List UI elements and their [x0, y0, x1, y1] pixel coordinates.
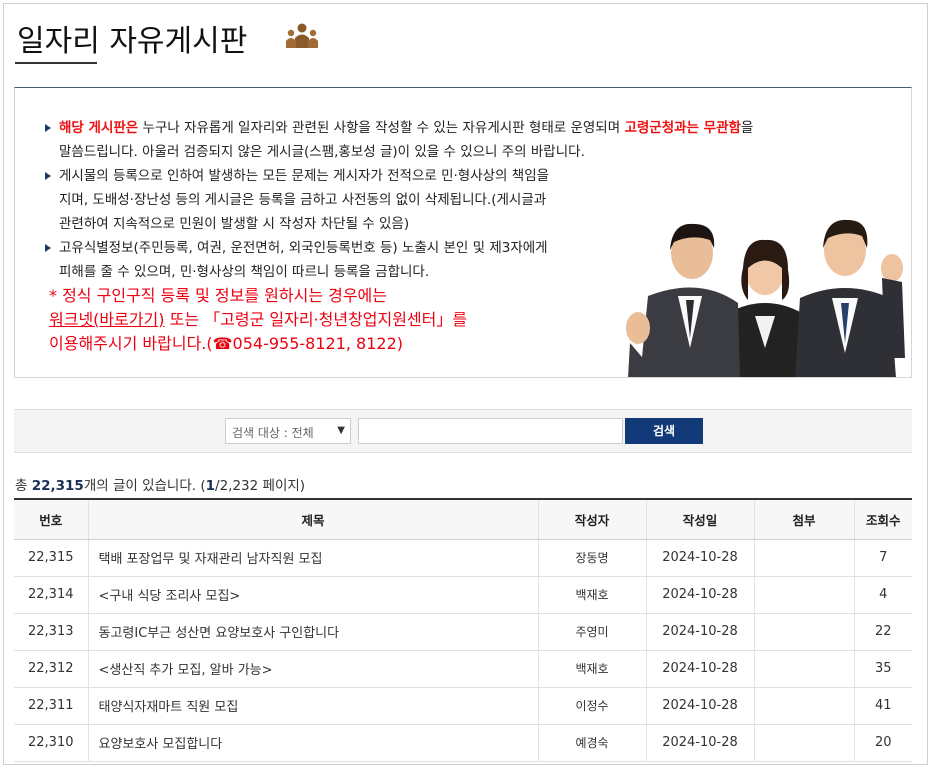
post-subject-link[interactable]: <구내 식당 조리사 모집> — [87, 576, 538, 614]
post-attachment — [753, 576, 854, 614]
title-area: 일자리 자유게시판 — [15, 12, 913, 76]
total-count: 22,315 — [31, 478, 84, 494]
notice-text-segment: 을 — [740, 120, 754, 136]
post-author: 주영미 — [537, 613, 646, 651]
post-date: 2024-10-28 — [645, 539, 754, 577]
post-views: 20 — [853, 724, 912, 762]
board-table: 번호 제목 작성자 작성일 첨부 조회수 22,315 택배 포장업무 및 자재… — [14, 498, 912, 762]
notice-text-segment: 누구나 자유롭게 일자리와 관련된 사항을 작성할 수 있는 자유게시판 형태로… — [138, 120, 625, 136]
header-views: 조회수 — [853, 498, 912, 540]
header-author: 작성자 — [537, 498, 646, 540]
business-people-image — [626, 219, 905, 377]
current-page: 1 — [205, 478, 216, 494]
search-input[interactable] — [358, 418, 623, 444]
post-views: 7 — [853, 539, 912, 577]
post-attachment — [753, 613, 854, 651]
post-author: 예경숙 — [537, 724, 646, 762]
post-date: 2024-10-28 — [645, 576, 754, 614]
table-row: 22,313 동고령IC부근 성산면 요양보호사 구인합니다 주영미 2024-… — [14, 613, 912, 651]
notice-highlight: 해당 게시판은 — [59, 120, 139, 136]
post-subject-link[interactable]: 동고령IC부근 성산면 요양보호사 구인합니다 — [87, 613, 538, 651]
table-header-row: 번호 제목 작성자 작성일 첨부 조회수 — [14, 498, 912, 540]
post-attachment — [753, 539, 854, 577]
post-subject-link[interactable]: 요양보호사 모집합니다 — [87, 724, 538, 762]
notice-red-line: 이용해주시기 바랍니다.(☎054-955-8121, 8122) — [49, 334, 404, 353]
search-target-select[interactable]: 검색 대상 : 전체 ▼ — [225, 418, 351, 444]
post-author: 장동명 — [537, 539, 646, 577]
worknet-link[interactable]: 워크넷(바로가기) — [49, 310, 165, 329]
notice-box: 해당 게시판은 누구나 자유롭게 일자리와 관련된 사항을 작성할 수 있는 자… — [14, 87, 912, 378]
post-date: 2024-10-28 — [645, 724, 754, 762]
search-bar: 검색 대상 : 전체 ▼ 검색 — [14, 409, 912, 453]
post-date: 2024-10-28 — [645, 687, 754, 725]
post-date: 2024-10-28 — [645, 613, 754, 651]
summary-text: 총 — [15, 478, 32, 494]
post-author: 백재호 — [537, 650, 646, 688]
table-row: 22,311 태양식자재마트 직원 모집 이정수 2024-10-28 41 — [14, 687, 912, 725]
page-title: 일자리 자유게시판 — [17, 24, 248, 59]
people-group-icon — [286, 23, 318, 48]
notice-text-segment: 고유식별정보(주민등록, 여권, 운전면허, 외국인등록번호 등) 노출시 본인… — [59, 240, 548, 256]
post-attachment — [753, 650, 854, 688]
table-row: 22,312 <생산직 추가 모집, 알바 가능> 백재호 2024-10-28… — [14, 650, 912, 688]
search-target-value: 검색 대상 : 전체 — [232, 426, 314, 440]
post-number: 22,314 — [14, 576, 88, 614]
post-number: 22,315 — [14, 539, 88, 577]
summary-text: 개의 글이 있습니다. ( — [83, 478, 206, 494]
post-number: 22,313 — [14, 613, 88, 651]
post-subject-link[interactable]: <생산직 추가 모집, 알바 가능> — [87, 650, 538, 688]
notice-text-segment: 피해를 줄 수 있으며, 민·형사상의 책임이 따르니 등록을 금합니다. — [59, 264, 430, 280]
search-button[interactable]: 검색 — [625, 418, 703, 444]
post-number: 22,312 — [14, 650, 88, 688]
post-views: 35 — [853, 650, 912, 688]
post-views: 4 — [853, 576, 912, 614]
post-count-summary: 총 22,315개의 글이 있습니다. (1/2,232 페이지) — [15, 474, 305, 494]
post-attachment — [753, 687, 854, 725]
header-no: 번호 — [14, 498, 88, 540]
notice-text-segment: 말씀드립니다. 아울러 검증되지 않은 게시글(스팸,홍보성 글)이 있을 수 … — [59, 144, 585, 160]
post-number: 22,310 — [14, 724, 88, 762]
notice-red-line: * 정식 구인구직 등록 및 정보를 원하시는 경우에는 — [49, 286, 388, 305]
notice-red-line: 또는 「고령군 일자리·청년창업지원센터」를 — [164, 310, 468, 329]
notice-text-segment: 지며, 도배성·장난성 등의 게시글은 등록을 금하고 사전동의 없이 삭제됩니… — [59, 192, 547, 208]
post-author: 이정수 — [537, 687, 646, 725]
notice-bullet-1: 해당 게시판은 누구나 자유롭게 일자리와 관련된 사항을 작성할 수 있는 자… — [43, 116, 833, 164]
post-views: 22 — [853, 613, 912, 651]
table-row: 22,315 택배 포장업무 및 자재관리 남자직원 모집 장동명 2024-1… — [14, 539, 912, 577]
table-row: 22,314 <구내 식당 조리사 모집> 백재호 2024-10-28 4 — [14, 576, 912, 614]
header-attach: 첨부 — [753, 498, 854, 540]
summary-text: /2,232 페이지) — [215, 478, 306, 494]
post-attachment — [753, 724, 854, 762]
post-date: 2024-10-28 — [645, 650, 754, 688]
title-underline — [15, 62, 97, 64]
post-views: 41 — [853, 687, 912, 725]
post-number: 22,311 — [14, 687, 88, 725]
header-date: 작성일 — [645, 498, 754, 540]
post-subject-link[interactable]: 태양식자재마트 직원 모집 — [87, 687, 538, 725]
table-row: 22,310 요양보호사 모집합니다 예경숙 2024-10-28 20 — [14, 724, 912, 762]
notice-text-segment: 게시물의 등록으로 인하여 발생하는 모든 문제는 게시자가 전적으로 민·형사… — [59, 168, 550, 184]
notice-highlight: 고령군청과는 무관함 — [624, 120, 741, 136]
chevron-down-icon: ▼ — [337, 425, 345, 436]
post-author: 백재호 — [537, 576, 646, 614]
notice-text-segment: 관련하여 지속적으로 민원이 발생할 시 작성자 차단될 수 있음) — [59, 216, 410, 232]
header-subject: 제목 — [87, 498, 538, 540]
post-subject-link[interactable]: 택배 포장업무 및 자재관리 남자직원 모집 — [87, 539, 538, 577]
